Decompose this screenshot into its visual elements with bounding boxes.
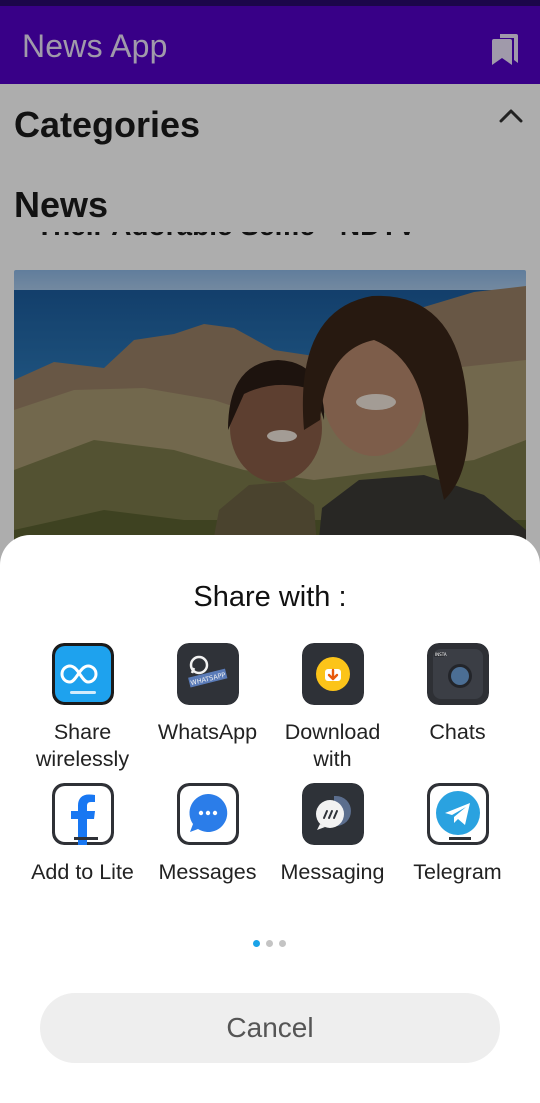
messaging-icon — [301, 783, 364, 845]
share-target-messaging[interactable]: Messaging — [270, 783, 395, 886]
page-dot — [279, 940, 286, 947]
share-target-share-wirelessly[interactable]: Share wirelessly — [20, 643, 145, 773]
page-dot — [266, 940, 273, 947]
share-target-chats[interactable]: INSTA Chats — [395, 643, 520, 746]
chats-icon: INSTA — [426, 643, 489, 705]
whatsapp-icon: WHATSAPP — [176, 643, 239, 705]
share-sheet: Share with : Share wirelessly WHATSAPP W… — [0, 535, 540, 1103]
share-sheet-title: Share with : — [193, 581, 347, 613]
download-icon — [301, 643, 364, 705]
share-target-telegram[interactable]: Telegram — [395, 783, 520, 886]
share-target-download[interactable]: Download with — [270, 643, 395, 773]
cancel-button[interactable]: Cancel — [40, 993, 500, 1063]
share-target-label: Download with — [284, 720, 381, 771]
share-wirelessly-icon — [51, 643, 114, 705]
share-target-label: Chats — [429, 720, 486, 744]
page-dot-active — [253, 940, 260, 947]
page-indicator — [250, 940, 290, 948]
share-target-label: Share wirelessly — [35, 720, 130, 771]
share-target-whatsapp[interactable]: WHATSAPP WhatsApp — [145, 643, 270, 746]
share-target-label: Add to Lite — [31, 860, 134, 884]
share-target-label: Messages — [158, 860, 257, 884]
share-target-add-to-lite[interactable]: Add to Lite — [20, 783, 145, 886]
share-target-label: Messaging — [280, 860, 385, 884]
share-target-label: WhatsApp — [157, 720, 258, 744]
svg-text:INSTA: INSTA — [435, 652, 447, 657]
messages-icon — [176, 783, 239, 845]
share-target-messages[interactable]: Messages — [145, 783, 270, 886]
share-target-label: Telegram — [413, 860, 502, 884]
telegram-icon — [426, 783, 489, 845]
facebook-lite-icon — [51, 783, 114, 845]
